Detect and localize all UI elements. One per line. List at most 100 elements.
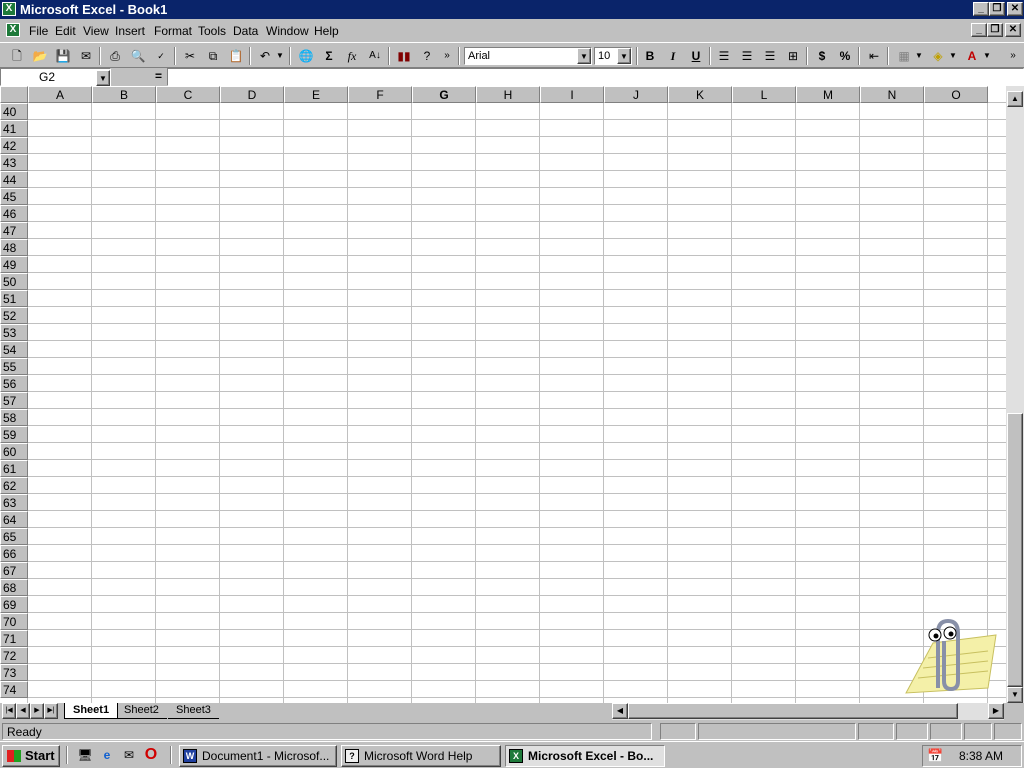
row-header-52[interactable]: 52 — [0, 307, 28, 324]
doc-restore-button[interactable]: ❐ — [987, 23, 1003, 37]
column-header-f[interactable]: F — [348, 86, 412, 103]
decrease-indent-icon[interactable]: ⇤ — [863, 46, 885, 66]
align-right-icon[interactable]: ☰ — [759, 46, 781, 66]
row-header-60[interactable]: 60 — [0, 443, 28, 460]
chevron-down-icon[interactable]: ▼ — [96, 70, 110, 86]
show-desktop-icon[interactable]: 🖥 — [74, 745, 96, 765]
scroll-up-button[interactable]: ▲ — [1007, 91, 1023, 107]
undo-icon[interactable]: ↶ — [254, 46, 276, 66]
column-header-g[interactable]: G — [412, 86, 476, 103]
row-header-43[interactable]: 43 — [0, 154, 28, 171]
row-header-74[interactable]: 74 — [0, 681, 28, 698]
row-header-44[interactable]: 44 — [0, 171, 28, 188]
menu-tools[interactable]: Tools — [198, 24, 226, 38]
row-header-54[interactable]: 54 — [0, 341, 28, 358]
borders-dropdown-icon[interactable]: ▼ — [913, 46, 925, 66]
column-header-o[interactable]: O — [924, 86, 988, 103]
sort-ascending-icon[interactable]: A↓ — [364, 46, 386, 66]
menu-format[interactable]: Format — [154, 24, 192, 38]
row-header-49[interactable]: 49 — [0, 256, 28, 273]
clock[interactable]: 8:38 AM — [959, 749, 1003, 763]
more-buttons-icon[interactable]: » — [1006, 46, 1020, 66]
chart-wizard-icon[interactable]: ▮▮ — [393, 46, 415, 66]
menu-data[interactable]: Data — [233, 24, 258, 38]
autosum-icon[interactable]: Σ — [318, 46, 340, 66]
column-header-a[interactable]: A — [28, 86, 92, 103]
scroll-down-button[interactable]: ▼ — [1007, 687, 1023, 703]
row-header-51[interactable]: 51 — [0, 290, 28, 307]
first-sheet-button[interactable]: |◀ — [2, 703, 16, 719]
chevron-down-icon[interactable]: ▼ — [577, 48, 591, 64]
sheet-tab-sheet2[interactable]: Sheet2 — [116, 703, 167, 719]
name-box[interactable]: G2 ▼ — [0, 68, 111, 86]
column-header-n[interactable]: N — [860, 86, 924, 103]
row-header-56[interactable]: 56 — [0, 375, 28, 392]
borders-icon[interactable]: ▦ — [893, 46, 915, 66]
row-header-48[interactable]: 48 — [0, 239, 28, 256]
row-header-73[interactable]: 73 — [0, 664, 28, 681]
row-header-41[interactable]: 41 — [0, 120, 28, 137]
row-header-68[interactable]: 68 — [0, 579, 28, 596]
percent-button[interactable]: % — [834, 46, 856, 66]
row-header-40[interactable]: 40 — [0, 103, 28, 120]
row-header-69[interactable]: 69 — [0, 596, 28, 613]
row-header-47[interactable]: 47 — [0, 222, 28, 239]
task-word-help[interactable]: ? Microsoft Word Help — [341, 745, 501, 767]
vertical-scrollbar[interactable]: ▲ ▼ — [1006, 86, 1024, 703]
h-scroll-thumb[interactable] — [628, 703, 958, 719]
open-icon[interactable]: 📂 — [29, 46, 51, 66]
task-excel[interactable]: X Microsoft Excel - Bo... — [505, 745, 665, 767]
help-icon[interactable]: ? — [416, 46, 438, 66]
menu-view[interactable]: View — [83, 24, 109, 38]
scheduler-icon[interactable]: 📅 — [927, 748, 943, 764]
print-icon[interactable]: ⎙ — [104, 46, 126, 66]
row-header-61[interactable]: 61 — [0, 460, 28, 477]
row-header-53[interactable]: 53 — [0, 324, 28, 341]
more-buttons-icon[interactable]: » — [440, 46, 454, 66]
sheet-tab-sheet3[interactable]: Sheet3 — [168, 703, 219, 719]
row-header-62[interactable]: 62 — [0, 477, 28, 494]
row-header-59[interactable]: 59 — [0, 426, 28, 443]
undo-dropdown-icon[interactable]: ▼ — [274, 46, 286, 66]
restore-button[interactable]: ❐ — [989, 2, 1005, 16]
select-all-corner[interactable] — [0, 86, 28, 103]
column-header-e[interactable]: E — [284, 86, 348, 103]
column-header-c[interactable]: C — [156, 86, 220, 103]
paste-icon[interactable]: 📋 — [225, 46, 247, 66]
underline-button[interactable]: U — [685, 46, 707, 66]
bold-button[interactable]: B — [639, 46, 661, 66]
doc-close-button[interactable]: ✕ — [1005, 23, 1021, 37]
sheet-tab-sheet1[interactable]: Sheet1 — [64, 703, 119, 719]
internet-explorer-icon[interactable]: e — [96, 745, 118, 765]
font-name-dropdown[interactable]: Arial ▼ — [464, 47, 592, 65]
start-button[interactable]: Start — [2, 745, 60, 767]
font-color-dropdown-icon[interactable]: ▼ — [981, 46, 993, 66]
opera-icon[interactable]: O — [140, 745, 162, 765]
menu-file[interactable]: File — [29, 24, 48, 38]
tab-split-handle[interactable] — [604, 703, 610, 720]
column-header-m[interactable]: M — [796, 86, 860, 103]
column-header-i[interactable]: I — [540, 86, 604, 103]
chevron-down-icon[interactable]: ▼ — [617, 48, 631, 64]
save-icon[interactable]: 💾 — [52, 46, 74, 66]
column-header-h[interactable]: H — [476, 86, 540, 103]
next-sheet-button[interactable]: ▶ — [30, 703, 44, 719]
column-header-j[interactable]: J — [604, 86, 668, 103]
font-color-icon[interactable]: A — [961, 46, 983, 66]
paste-function-icon[interactable]: fx — [341, 46, 363, 66]
doc-minimize-button[interactable]: _ — [971, 23, 987, 37]
column-header-k[interactable]: K — [668, 86, 732, 103]
row-header-70[interactable]: 70 — [0, 613, 28, 630]
scroll-left-button[interactable]: ◀ — [612, 703, 628, 719]
scroll-thumb[interactable] — [1007, 413, 1023, 687]
spreadsheet-grid[interactable]: ABCDEFGHIJKLMNO 40 41 42 43 44 45 46 47 48 49 50 51… — [0, 86, 1006, 703]
menu-help[interactable]: Help — [314, 24, 339, 38]
row-header-50[interactable]: 50 — [0, 273, 28, 290]
row-header-55[interactable]: 55 — [0, 358, 28, 375]
spelling-icon[interactable]: ✓ — [150, 46, 172, 66]
horizontal-scrollbar[interactable]: ◀ ▶ — [612, 703, 1004, 720]
office-assistant-clippy[interactable] — [898, 613, 998, 703]
prev-sheet-button[interactable]: ◀ — [16, 703, 30, 719]
row-header-63[interactable]: 63 — [0, 494, 28, 511]
row-header-72[interactable]: 72 — [0, 647, 28, 664]
